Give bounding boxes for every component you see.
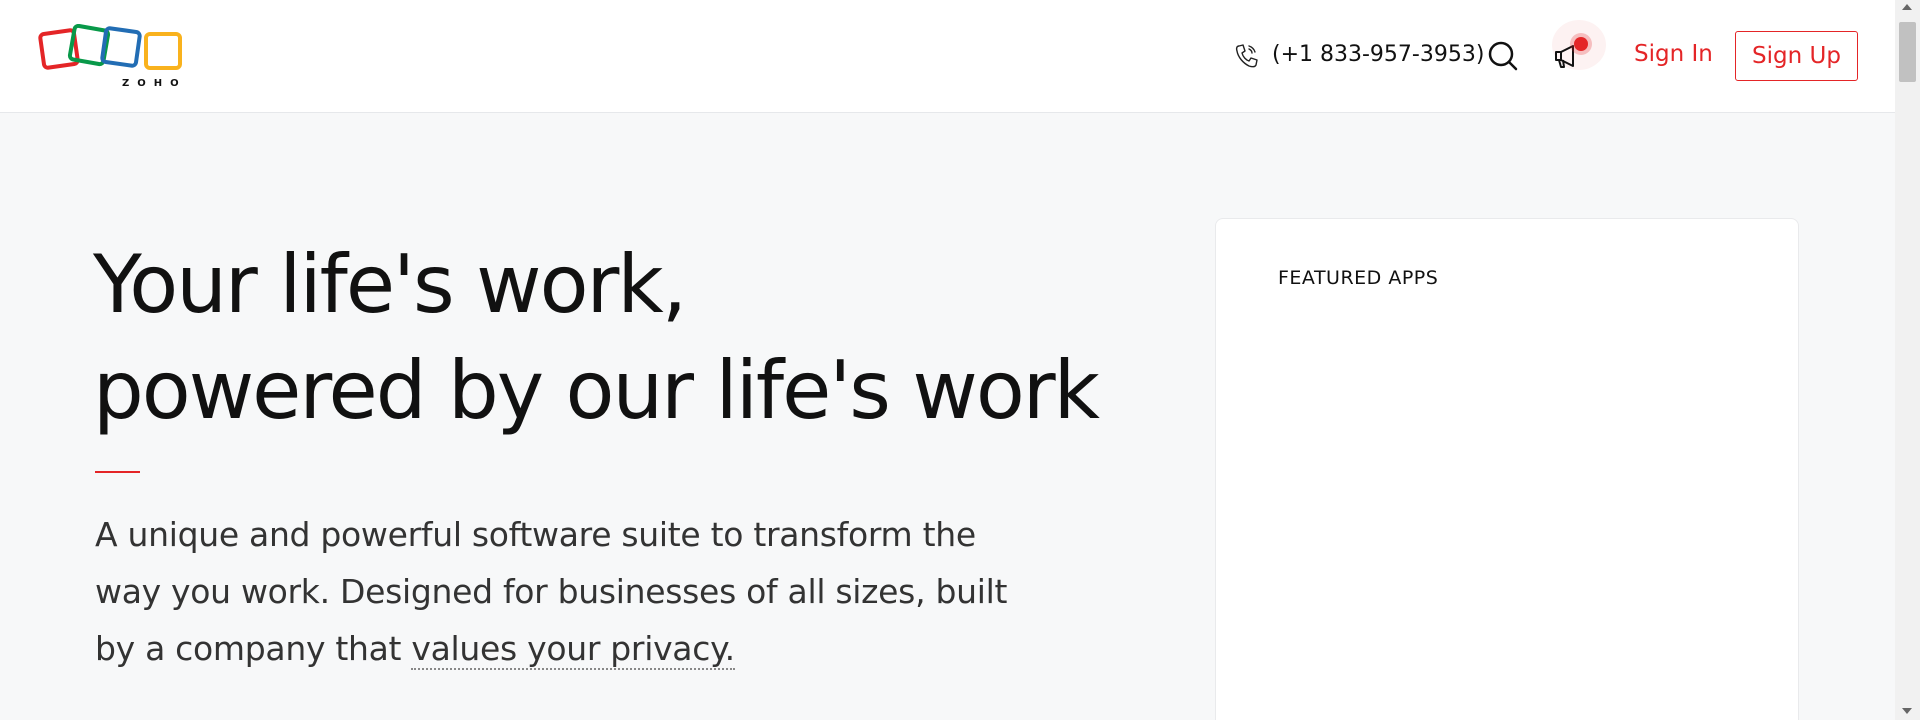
- phone-number[interactable]: (+1 833-957-3953): [1272, 42, 1484, 67]
- privacy-link[interactable]: values your privacy.: [411, 629, 735, 670]
- page-scrollbar[interactable]: [1895, 0, 1920, 720]
- scroll-down-arrow-icon[interactable]: [1902, 708, 1912, 714]
- site-header: ZOHO (+1 833-957-3953) Sign In Sign Up: [0, 0, 1895, 113]
- accent-divider: [95, 471, 140, 473]
- hero-title-line-1: Your life's work,: [93, 238, 687, 331]
- featured-apps-panel: FEATURED APPS: [1215, 218, 1799, 720]
- hero-title: Your life's work, powered by our life's …: [93, 232, 1100, 444]
- notification-dot: [1574, 37, 1588, 51]
- phone-icon: [1235, 44, 1258, 68]
- hero-description: A unique and powerful software suite to …: [95, 506, 1035, 677]
- hero-title-line-2: powered by our life's work: [93, 344, 1100, 437]
- scroll-thumb[interactable]: [1899, 22, 1916, 82]
- sign-in-link[interactable]: Sign In: [1634, 41, 1713, 67]
- zoho-logo[interactable]: ZOHO: [38, 23, 190, 90]
- logo-wordmark: ZOHO: [122, 78, 187, 89]
- search-icon[interactable]: [1487, 40, 1519, 72]
- featured-apps-heading: FEATURED APPS: [1278, 267, 1439, 289]
- scroll-up-arrow-icon[interactable]: [1902, 4, 1912, 10]
- sign-up-button[interactable]: Sign Up: [1735, 31, 1858, 81]
